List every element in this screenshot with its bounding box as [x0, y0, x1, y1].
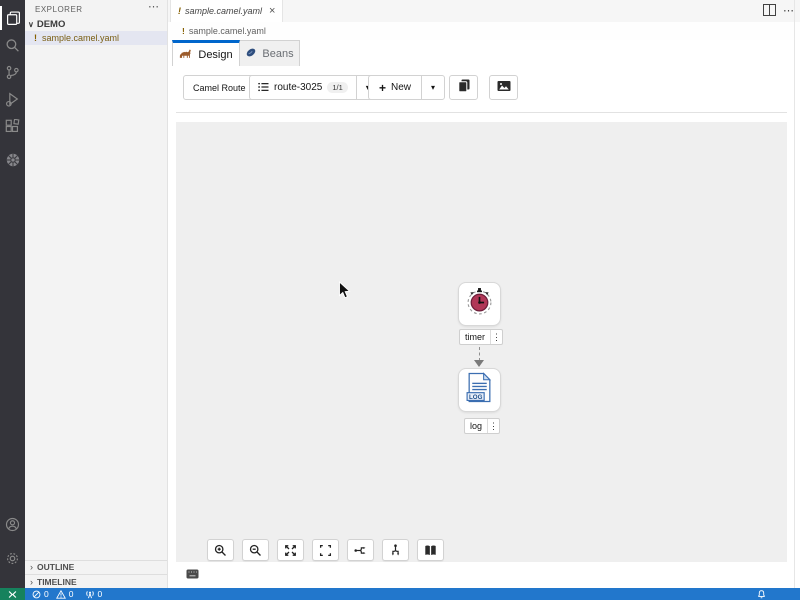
catalog-button[interactable] [417, 539, 444, 561]
notifications-bell-icon[interactable] [757, 588, 766, 600]
node-log[interactable]: LOG [458, 368, 501, 412]
kaoto-tab-strip: Design Beans [168, 40, 800, 66]
keyboard-badge-icon[interactable] [186, 566, 199, 584]
divider [176, 112, 787, 113]
tab-design-label: Design [198, 49, 232, 61]
remote-icon [8, 590, 17, 599]
tab-sample-camel-yaml[interactable]: ! sample.camel.yaml × [170, 0, 283, 22]
account-icon[interactable] [0, 512, 25, 536]
ports-count: 0 [97, 589, 102, 599]
zoom-in-button[interactable] [207, 539, 234, 561]
chevron-right-icon: › [30, 577, 33, 587]
editor-actions: ⋯ [763, 0, 794, 22]
timer-kebab-menu-icon[interactable]: ⋮ [491, 332, 502, 343]
new-route-split-button[interactable]: + New ▾ [368, 75, 445, 100]
timeline-section-header[interactable]: › TIMELINE [25, 574, 167, 588]
dsl-type-label: Camel Route [193, 83, 246, 93]
log-document-icon: LOG [466, 372, 493, 408]
status-bar: 0 0 0 [0, 588, 800, 600]
split-editor-icon[interactable] [763, 4, 776, 19]
folder-name: DEMO [37, 19, 66, 30]
search-icon[interactable] [0, 33, 25, 57]
tab-beans[interactable]: Beans [240, 40, 300, 66]
plus-icon: + [379, 81, 386, 95]
timer-label-text: timer [460, 332, 490, 342]
new-button-caret[interactable]: ▾ [422, 76, 444, 99]
route-selector-main[interactable]: route-3025 1/1 [250, 76, 356, 99]
file-row-sample-camel-yaml[interactable]: ! sample.camel.yaml [25, 31, 167, 45]
more-actions-icon[interactable]: ⋯ [783, 6, 794, 17]
node-timer[interactable] [458, 282, 501, 326]
route-name: route-3025 [274, 82, 322, 93]
log-label-text: log [465, 421, 487, 431]
warning-count: 0 [69, 589, 74, 599]
log-kebab-menu-icon[interactable]: ⋮ [488, 421, 499, 432]
explorer-sidebar: EXPLORER ⋯ ∨ DEMO ! sample.camel.yaml › … [25, 0, 168, 588]
tab-beans-label: Beans [262, 48, 293, 60]
vertical-layout-button[interactable] [382, 539, 409, 561]
activity-bar [0, 0, 25, 588]
copy-flow-button[interactable] [449, 75, 478, 100]
dsl-type-button[interactable]: Camel Route [183, 75, 256, 100]
image-icon [497, 79, 511, 97]
new-button-label: New [391, 82, 411, 93]
file-name: sample.camel.yaml [42, 33, 119, 43]
problem-badge: ! [182, 26, 185, 36]
tab-design[interactable]: Design [172, 40, 240, 66]
edge-arrowhead [474, 360, 484, 367]
warnings-icon [56, 590, 66, 599]
fit-to-screen-button[interactable] [277, 539, 304, 561]
export-image-button[interactable] [489, 75, 518, 100]
outline-label: OUTLINE [37, 562, 74, 572]
route-selector[interactable]: route-3025 1/1 ▾ [249, 75, 380, 100]
explorer-icon[interactable] [0, 6, 25, 30]
extensions-icon[interactable] [0, 114, 25, 138]
camel-icon [179, 48, 193, 62]
folder-row-demo[interactable]: ∨ DEMO [25, 18, 167, 31]
caret-down-icon: ▾ [431, 83, 435, 92]
edge-timer-to-log [479, 347, 480, 361]
errors-icon [32, 590, 41, 599]
kubernetes-icon[interactable] [0, 148, 25, 172]
error-count: 0 [44, 589, 49, 599]
canvas-controls [207, 539, 444, 561]
chevron-down-icon: ∨ [28, 20, 34, 29]
timer-stopwatch-icon [465, 287, 494, 321]
problem-badge: ! [178, 6, 181, 16]
outline-section-header[interactable]: › OUTLINE [25, 560, 167, 573]
route-count-badge: 1/1 [327, 82, 347, 93]
editor-tab-bar: ! sample.camel.yaml × ⋯ [168, 0, 800, 22]
node-log-label[interactable]: log ⋮ [464, 418, 500, 434]
radio-tower-icon [85, 589, 95, 599]
horizontal-layout-button[interactable] [347, 539, 374, 561]
sidebar-more-icon[interactable]: ⋯ [148, 0, 159, 13]
copy-icon [458, 79, 470, 97]
route-list-icon [258, 79, 269, 97]
timeline-label: TIMELINE [37, 577, 77, 587]
log-icon-text: LOG [469, 394, 483, 401]
zoom-out-button[interactable] [242, 539, 269, 561]
tab-file-name: sample.camel.yaml [185, 6, 262, 16]
run-debug-icon[interactable] [0, 87, 25, 111]
bean-icon [245, 47, 257, 61]
sidebar-header: EXPLORER ⋯ [25, 0, 167, 18]
close-icon[interactable]: × [269, 6, 275, 17]
chevron-right-icon: › [30, 562, 33, 572]
remote-indicator[interactable] [0, 588, 25, 600]
breadcrumb-file-name: sample.camel.yaml [189, 26, 266, 36]
new-route-button[interactable]: + New [369, 76, 421, 99]
vscode-window: EXPLORER ⋯ ∨ DEMO ! sample.camel.yaml › … [0, 0, 800, 600]
source-control-icon[interactable] [0, 60, 25, 84]
reset-view-button[interactable] [312, 539, 339, 561]
node-timer-label[interactable]: timer ⋮ [459, 329, 503, 345]
breadcrumb[interactable]: ! sample.camel.yaml [168, 22, 800, 40]
problem-badge: ! [34, 33, 37, 43]
problems-status-item[interactable]: 0 0 [32, 589, 73, 599]
divider [794, 0, 795, 588]
ports-status-item[interactable]: 0 [85, 589, 102, 599]
sidebar-title: EXPLORER [35, 5, 83, 14]
settings-gear-icon[interactable] [0, 546, 25, 570]
kaoto-flow-canvas[interactable]: timer ⋮ LOG log ⋮ [176, 122, 787, 562]
